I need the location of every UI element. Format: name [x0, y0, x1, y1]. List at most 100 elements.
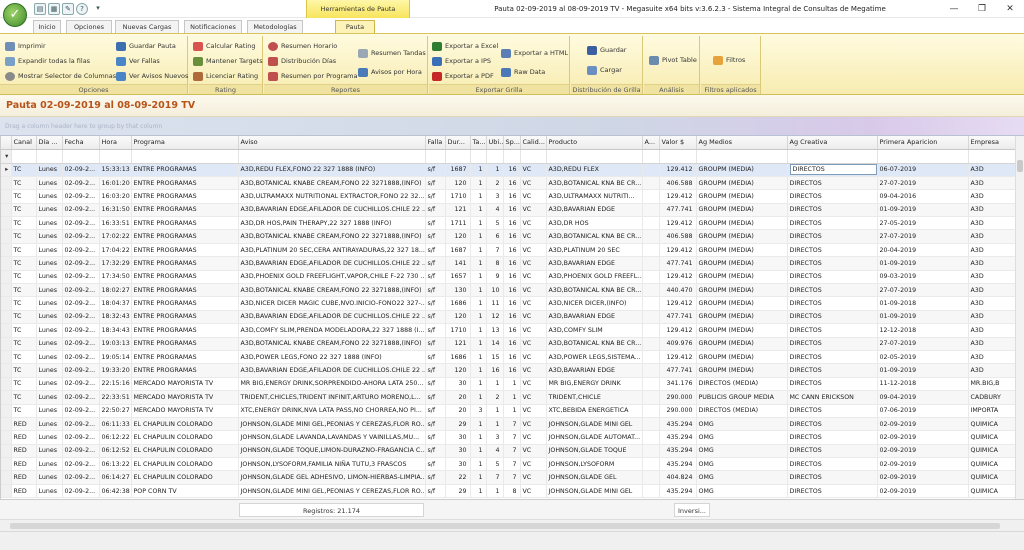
table-cell[interactable]: [642, 229, 660, 244]
table-cell[interactable]: 129.412: [659, 323, 697, 338]
exportar-ips-button[interactable]: Exportar a IPS: [432, 55, 491, 68]
table-cell[interactable]: A3D: [968, 176, 1015, 191]
table-cell[interactable]: s/f: [425, 390, 446, 405]
table-cell[interactable]: 18:34:43: [99, 323, 132, 338]
table-cell[interactable]: 435.294: [659, 417, 697, 432]
table-cell[interactable]: GROUPM (MEDIA): [696, 229, 788, 244]
table-cell[interactable]: A3D,BAVARIAN EDGE: [546, 363, 643, 378]
table-cell[interactable]: A3D: [968, 243, 1015, 258]
table-cell[interactable]: 1: [470, 430, 487, 445]
table-cell[interactable]: 16: [503, 323, 521, 338]
vertical-scrollbar[interactable]: [1015, 136, 1024, 499]
table-cell[interactable]: MR.BIG,B: [968, 377, 1015, 392]
table-cell[interactable]: 1: [486, 484, 504, 499]
table-row[interactable]: TC Lunes 02-09-2... 18:32:43 ENTRE PROGRAMAS…: [1, 310, 1015, 325]
table-cell[interactable]: Lunes: [36, 310, 63, 325]
table-cell[interactable]: 20-04-2019: [877, 243, 969, 258]
table-cell[interactable]: TC: [11, 377, 37, 392]
table-cell[interactable]: VC: [520, 444, 547, 459]
table-cell[interactable]: 18:04:37: [99, 296, 132, 311]
table-cell[interactable]: TC: [11, 176, 37, 191]
filter-cell[interactable]: [546, 149, 643, 164]
table-row[interactable]: RED Lunes 02-09-2... 06:13:22 EL CHAPULIN CO…: [1, 457, 1015, 472]
table-cell[interactable]: A3D,BOTANICAL KNA BE CR...: [546, 283, 643, 298]
table-cell[interactable]: JOHNSON,GLADE MINI GEL,PEONIAS Y CEREZAS…: [238, 417, 426, 432]
table-cell[interactable]: [642, 283, 660, 298]
table-cell[interactable]: 1: [470, 350, 487, 365]
table-cell[interactable]: 16: [503, 163, 521, 177]
table-cell[interactable]: 27-07-2019: [877, 283, 969, 298]
table-row[interactable]: TC Lunes 02-09-2... 19:05:14 ENTRE PROGRAMAS…: [1, 350, 1015, 365]
table-cell[interactable]: 435.294: [659, 484, 697, 499]
table-cell[interactable]: 129.412: [659, 216, 697, 231]
table-cell[interactable]: DIRECTOS: [787, 270, 878, 285]
table-cell[interactable]: 9: [486, 270, 504, 285]
column-header[interactable]: Ta...: [470, 136, 487, 150]
table-cell[interactable]: CADBURY: [968, 390, 1015, 405]
vertical-scroll-thumb[interactable]: [1017, 160, 1023, 172]
table-cell[interactable]: ENTRE PROGRAMAS: [131, 363, 239, 378]
row-indicator[interactable]: [1, 484, 12, 499]
table-cell[interactable]: [642, 457, 660, 472]
table-cell[interactable]: 20: [445, 404, 471, 418]
table-cell[interactable]: Lunes: [36, 417, 63, 432]
table-cell[interactable]: s/f: [425, 484, 446, 499]
table-cell[interactable]: ENTRE PROGRAMAS: [131, 176, 239, 191]
table-cell[interactable]: A3D,BAVARIAN EDGE,AFILADOR DE CUCHILLOS.…: [238, 310, 426, 325]
table-cell[interactable]: ENTRE PROGRAMAS: [131, 310, 239, 325]
table-row[interactable]: TC Lunes 02-09-2... 22:33:51 MERCADO MAYORIS…: [1, 390, 1015, 405]
table-cell[interactable]: GROUPM (MEDIA): [696, 203, 788, 218]
table-cell[interactable]: 16: [486, 363, 504, 378]
table-cell[interactable]: A3D,BOTANICAL KNA BE CR...: [546, 176, 643, 191]
table-cell[interactable]: TC: [11, 229, 37, 244]
table-cell[interactable]: 1: [470, 203, 487, 218]
table-cell[interactable]: VC: [520, 163, 547, 177]
table-cell[interactable]: GROUPM (MEDIA): [696, 363, 788, 378]
table-cell[interactable]: OMG: [696, 457, 788, 472]
table-cell[interactable]: [642, 256, 660, 271]
table-cell[interactable]: ENTRE PROGRAMAS: [131, 270, 239, 285]
table-cell[interactable]: VC: [520, 470, 547, 485]
table-cell[interactable]: VC: [520, 350, 547, 365]
table-cell[interactable]: 1: [470, 296, 487, 311]
table-cell[interactable]: DIRECTOS: [787, 163, 878, 177]
table-cell[interactable]: 12-12-2018: [877, 323, 969, 338]
table-cell[interactable]: 16: [503, 310, 521, 325]
table-cell[interactable]: 06:13:22: [99, 457, 132, 472]
table-cell[interactable]: Lunes: [36, 377, 63, 392]
table-cell[interactable]: A3D: [968, 296, 1015, 311]
table-cell[interactable]: 02-09-2...: [62, 363, 100, 378]
table-cell[interactable]: TC: [11, 256, 37, 271]
table-cell[interactable]: 1: [486, 417, 504, 432]
table-cell[interactable]: OMG: [696, 430, 788, 445]
table-cell[interactable]: DIRECTOS: [787, 350, 878, 365]
table-cell[interactable]: A3D,COMFY SLIM: [546, 323, 643, 338]
table-cell[interactable]: DIRECTOS: [787, 243, 878, 258]
table-cell[interactable]: 1: [470, 377, 487, 392]
table-cell[interactable]: 02-09-2019: [877, 457, 969, 472]
table-cell[interactable]: 27-05-2019: [877, 216, 969, 231]
table-cell[interactable]: Lunes: [36, 390, 63, 405]
table-cell[interactable]: 129.412: [659, 296, 697, 311]
table-cell[interactable]: TC: [11, 337, 37, 351]
table-cell[interactable]: TC: [11, 243, 37, 258]
table-cell[interactable]: 16: [503, 296, 521, 311]
table-cell[interactable]: 02-05-2019: [877, 350, 969, 365]
table-cell[interactable]: 1: [470, 163, 487, 177]
table-row[interactable]: RED Lunes 02-09-2... 06:14:27 EL CHAPULIN CO…: [1, 470, 1015, 485]
table-cell[interactable]: VC: [520, 430, 547, 445]
table-cell[interactable]: GROUPM (MEDIA): [696, 296, 788, 311]
table-cell[interactable]: ENTRE PROGRAMAS: [131, 229, 239, 244]
column-header[interactable]: Hora: [99, 136, 132, 150]
table-cell[interactable]: DIRECTOS (MEDIA): [696, 377, 788, 392]
table-cell[interactable]: [642, 189, 660, 204]
table-cell[interactable]: 02-09-2...: [62, 323, 100, 338]
distribucion-dias-button[interactable]: Distribución Días: [268, 55, 336, 68]
table-cell[interactable]: VC: [520, 337, 547, 351]
table-cell[interactable]: 02-09-2...: [62, 283, 100, 298]
table-cell[interactable]: 1686: [445, 350, 471, 365]
row-indicator[interactable]: [1, 430, 12, 445]
filtros-button[interactable]: Filtros: [713, 54, 745, 67]
table-cell[interactable]: s/f: [425, 417, 446, 432]
table-row[interactable]: TC Lunes 02-09-2... 19:03:13 ENTRE PROGRAMAS…: [1, 337, 1015, 351]
